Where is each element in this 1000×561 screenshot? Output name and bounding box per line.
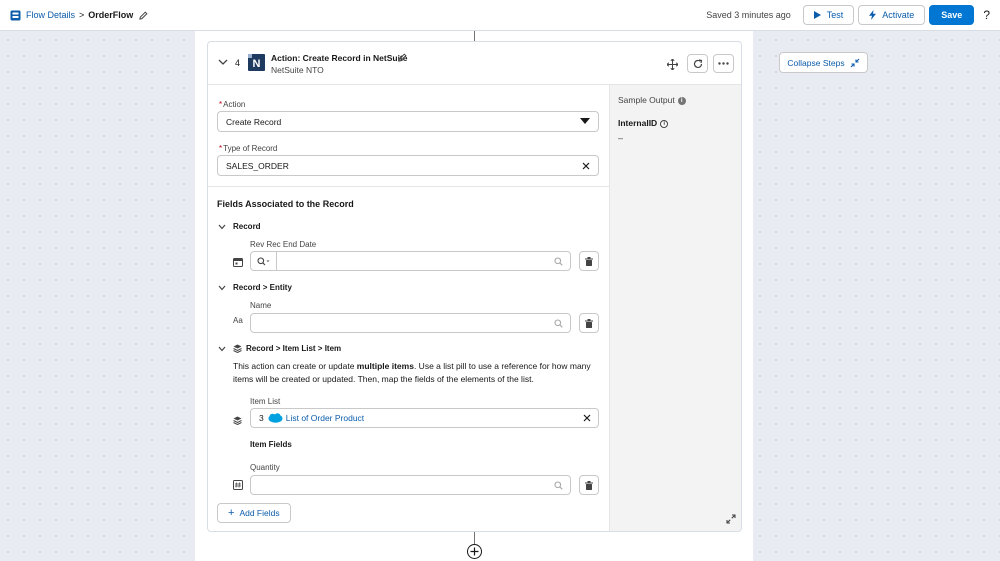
text-type-icon: Aa (233, 316, 243, 325)
help-icon[interactable]: ? (983, 8, 990, 22)
add-fields-button[interactable]: + Add Fields (217, 503, 291, 523)
item-list-pill-field[interactable]: 3 List of Order Product (250, 408, 599, 428)
collapse-step-chevron-icon[interactable] (218, 59, 228, 66)
plus-icon: + (228, 507, 235, 519)
sample-output-value: – (618, 133, 624, 143)
group-record-entity[interactable]: Record > Entity (218, 283, 292, 292)
multiple-items-info: This action can create or update multipl… (233, 361, 591, 384)
step-title: Action: Create Record in NetSuite (271, 53, 408, 63)
item-list-label: Item List (250, 397, 281, 406)
search-icon (554, 318, 563, 328)
delete-field-button[interactable] (579, 475, 599, 495)
sample-output-panel: Sample Output i InternalID i – (609, 85, 741, 531)
flow-details-icon[interactable] (10, 10, 21, 21)
lightning-icon (869, 10, 877, 20)
group-record[interactable]: Record (218, 222, 261, 231)
layers-icon (233, 344, 242, 353)
info-icon[interactable]: i (677, 96, 686, 105)
trash-icon (585, 256, 593, 266)
connector-line-bottom (474, 532, 475, 544)
step-number: 4 (235, 58, 241, 68)
delete-field-button[interactable] (579, 251, 599, 271)
breadcrumb-flow-details[interactable]: Flow Details (26, 10, 75, 20)
expand-icon[interactable] (726, 514, 736, 524)
clear-type-icon[interactable] (582, 162, 590, 170)
edit-flow-name-icon[interactable] (139, 10, 148, 20)
test-button-label: Test (826, 10, 844, 20)
step-card: 4 N Action: Create Record in NetSuite Ne… (207, 41, 742, 532)
rev-rec-end-date-input[interactable] (250, 251, 571, 271)
dropdown-arrow-icon (580, 118, 590, 125)
item-fields-label: Item Fields (250, 440, 292, 449)
item-list-step-number: 3 (259, 413, 264, 423)
refresh-icon (693, 58, 702, 68)
action-label: *Action (219, 100, 246, 109)
group-record-chevron-icon (218, 224, 226, 230)
flow-name: OrderFlow (88, 10, 134, 20)
saved-status: Saved 3 minutes ago (706, 10, 791, 20)
group-entity-chevron-icon (218, 285, 226, 291)
step-card-header: 4 N Action: Create Record in NetSuite Ne… (208, 42, 741, 85)
action-select-value: Create Record (226, 116, 282, 127)
delete-field-button[interactable] (579, 313, 599, 333)
quantity-label: Quantity (250, 463, 280, 472)
connector-line-top (474, 31, 475, 41)
list-layers-icon (233, 416, 242, 425)
edit-step-title-icon[interactable] (398, 53, 407, 62)
more-actions-button[interactable] (713, 54, 734, 73)
action-select[interactable]: Create Record (217, 111, 599, 132)
group-entity-title: Record > Entity (233, 283, 292, 292)
resource-picker-icon[interactable] (251, 252, 277, 270)
group-record-title: Record (233, 222, 261, 231)
toolbar-actions: Saved 3 minutes ago Test Activate Save ? (706, 5, 990, 25)
group-item-chevron-icon (218, 346, 226, 352)
sample-output-title: Sample Output i (618, 95, 686, 105)
calendar-icon (233, 257, 243, 267)
test-button[interactable]: Test (802, 5, 855, 25)
sample-output-field: InternalID i (618, 118, 669, 128)
refresh-button[interactable] (687, 54, 708, 73)
activate-button-label: Activate (882, 10, 915, 20)
activate-button[interactable]: Activate (858, 5, 926, 25)
type-of-record-field[interactable]: SALES_ORDER (217, 155, 599, 176)
clear-item-list-icon[interactable] (583, 414, 591, 422)
group-item-title: Record > Item List > Item (246, 344, 342, 353)
type-of-record-label: *Type of Record (219, 144, 278, 153)
section-divider (208, 186, 609, 187)
move-icon[interactable] (666, 58, 678, 70)
trash-icon (585, 480, 593, 490)
info-icon[interactable]: i (660, 119, 669, 128)
plus-icon (470, 547, 479, 556)
top-bar: Flow Details > OrderFlow Saved 3 minutes… (0, 0, 1000, 31)
type-of-record-value: SALES_ORDER (226, 160, 289, 171)
rev-rec-end-date-label: Rev Rec End Date (250, 240, 317, 249)
quantity-input[interactable] (250, 475, 571, 495)
contract-icon (850, 58, 860, 68)
add-fields-label: Add Fields (239, 508, 280, 518)
search-icon (554, 480, 563, 490)
add-step-node[interactable] (467, 544, 482, 559)
save-button[interactable]: Save (929, 5, 975, 25)
name-label: Name (250, 301, 272, 310)
search-icon (554, 256, 563, 266)
netsuite-logo-letter: N (253, 58, 261, 70)
step-subtitle: NetSuite NTO (271, 65, 324, 75)
breadcrumb-separator: > (79, 10, 85, 20)
salesforce-cloud-icon (268, 413, 283, 423)
name-input[interactable] (250, 313, 571, 333)
number-type-icon (233, 480, 243, 490)
trash-icon (585, 318, 593, 328)
group-item-list-item[interactable]: Record > Item List > Item (218, 344, 341, 353)
collapse-steps-button[interactable]: Collapse Steps (779, 52, 868, 73)
more-dots-icon (718, 62, 729, 65)
fields-section-title: Fields Associated to the Record (217, 199, 354, 209)
play-icon (813, 11, 821, 19)
netsuite-logo-icon: N (248, 54, 265, 71)
item-list-pill-value[interactable]: List of Order Product (286, 413, 364, 423)
collapse-steps-label: Collapse Steps (787, 57, 845, 68)
